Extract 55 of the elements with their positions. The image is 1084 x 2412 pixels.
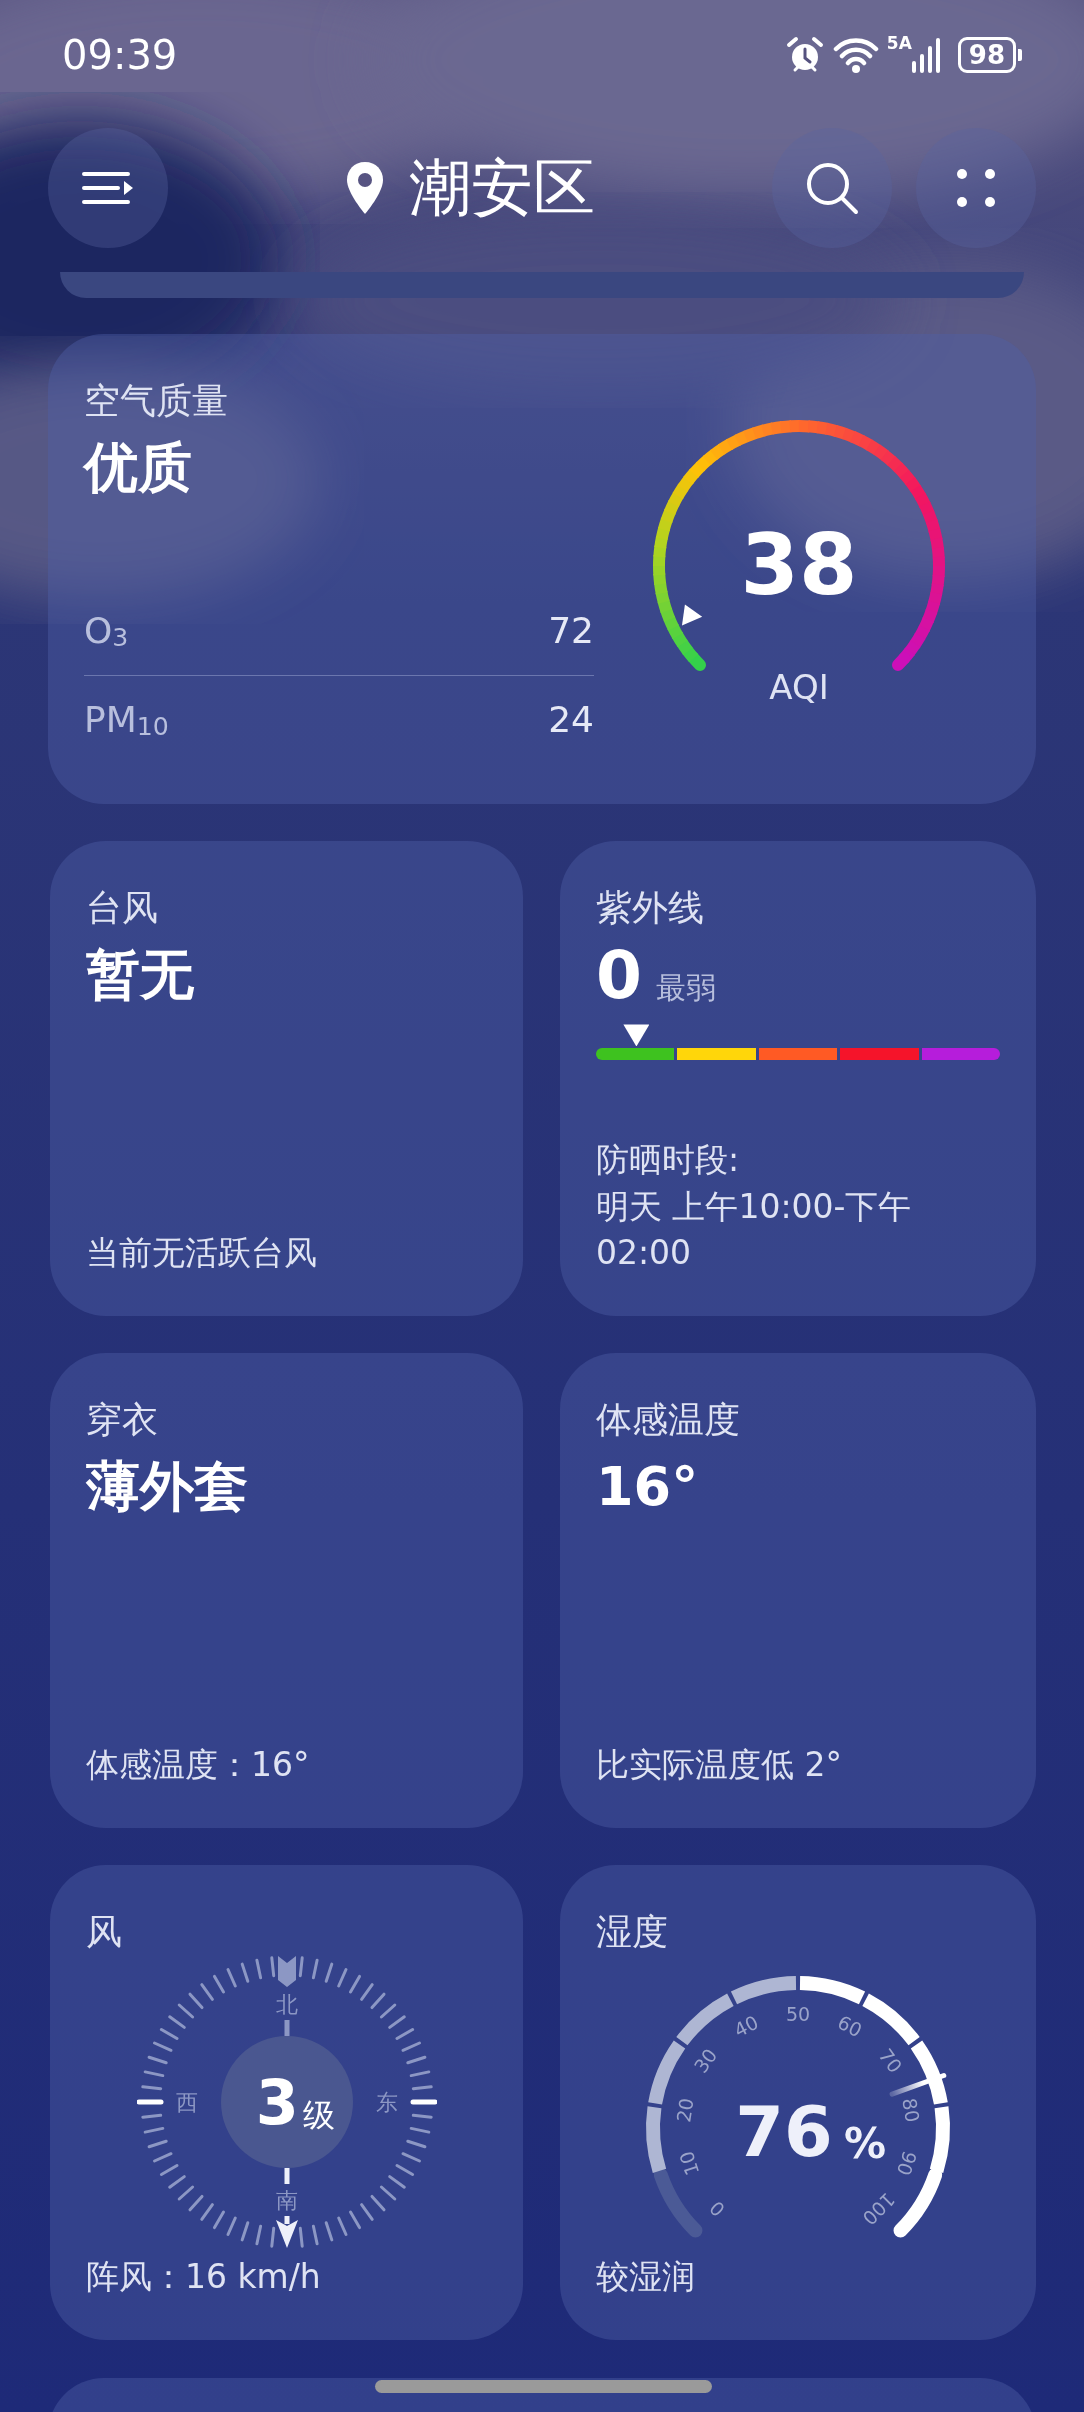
grid-dots-icon[interactable] [956,168,996,208]
battery-indicator: 98 [957,37,1022,73]
pollutant-value: 24 [548,698,594,742]
pollutant-value: 72 [548,609,594,653]
gauge-marker [682,604,703,626]
compass-direction: 南 [275,2187,298,2213]
humidity-description: 较湿润 [596,2255,696,2298]
card-title: 台风 [86,886,159,930]
scale-label: 50 [785,2002,811,2025]
wind-gust: 阵风：16 km/h [86,2255,322,2298]
aqi-value: 38 [740,516,858,614]
humidity-unit: % [844,2118,887,2168]
compass-direction: 西 [175,2089,198,2115]
wifi-icon [832,36,879,74]
pollutant-name: O$_{3}$ [84,609,129,654]
wind-speed-unit: 级 [302,2095,335,2134]
compass-direction: 东 [375,2089,398,2115]
location-pin-icon [345,160,385,216]
status-time: 09:39 [62,31,178,80]
card-title: 风 [86,1910,123,1954]
scale-label: 20 [672,2096,698,2124]
card-title: 穿衣 [86,1398,159,1442]
scale-label: 100 [858,2188,900,2230]
scale-label: 30 [689,2044,722,2077]
card-note: 比实际温度低 2° [596,1743,843,1786]
scale-label: 0 [705,2196,730,2221]
gauge-needle [889,2072,947,2097]
network-type: 5A [886,35,912,52]
scale-label: 80 [898,2096,924,2124]
card-title: 体感温度 [596,1398,741,1442]
scale-label: 70 [874,2044,907,2077]
card-value: 16° [596,1453,700,1520]
signal-icon [911,37,942,73]
card-title: 紫外线 [596,886,705,930]
scale-label: 60 [834,2010,866,2042]
humidity-value: 76 [735,2090,833,2173]
card-title: 湿度 [596,1910,669,1954]
location-name: 潮安区 [409,157,595,219]
card-title: 空气质量 [84,379,229,423]
card-note: 体感温度：16° [86,1743,311,1786]
uv-protection-label: 防晒时段: [596,1139,741,1182]
uv-index: 0 [596,939,642,1013]
pollutant-name: PM$_{10}$ [84,698,169,743]
uv-protection-time: 明天 上午10:00-下午02:00 [596,1185,913,1274]
aqi-label: AQI [769,667,829,707]
card-value: 暂无 [86,941,195,1008]
scale-label: 90 [892,2148,922,2179]
scale-label: 40 [730,2010,762,2042]
compass-direction: 北 [275,1991,298,2017]
wind-speed: 3 [255,2065,299,2139]
air-quality-grade: 优质 [84,434,193,501]
card-value: 薄外套 [86,1453,249,1520]
scale-label: 10 [674,2148,704,2179]
card-note: 当前无活跃台风 [86,1231,318,1274]
uv-grade: 最弱 [655,968,716,1007]
